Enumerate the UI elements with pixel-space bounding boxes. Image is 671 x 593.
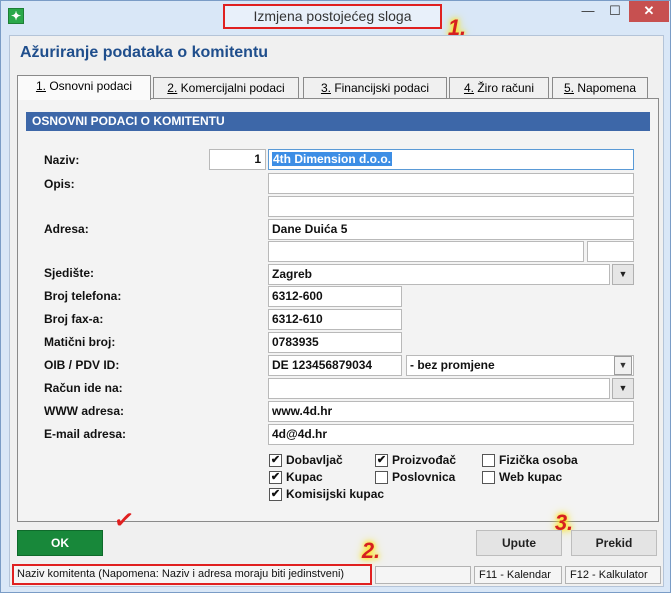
close-button[interactable]: ✕ (629, 1, 669, 22)
label-www: WWW adresa: (44, 404, 125, 418)
section-header: OSNOVNI PODACI O KOMITENTU (26, 112, 650, 131)
komisijski-kupac-checkbox[interactable]: ✔ (269, 488, 282, 501)
tab-label: Financijski podaci (334, 81, 430, 95)
status-message: Naziv komitenta (Napomena: Naziv i adres… (12, 564, 372, 585)
annotation-marker-2: 2. (361, 538, 381, 563)
web-kupac-label: Web kupac (499, 470, 563, 484)
email-field[interactable]: 4d@4d.hr (268, 424, 634, 445)
label-oib: OIB / PDV ID: (44, 358, 120, 372)
upute-button[interactable]: Upute (476, 530, 562, 556)
tab-strip: 1. Osnovni podaci 2. Komercijalni podaci… (17, 75, 657, 100)
web-kupac-checkbox[interactable] (482, 471, 495, 484)
tab-label: Žiro računi (477, 81, 535, 95)
proizvodac-checkbox[interactable]: ✔ (375, 454, 388, 467)
app-window: ✦ Izmjena postojećeg sloga 1. — ☐ ✕ Ažur… (0, 0, 671, 593)
proizvodac-label: Proizvođač (392, 453, 457, 467)
tab-number: 3. (320, 81, 331, 95)
oib-status-select[interactable]: - bez promjene (406, 355, 634, 376)
label-racun: Račun ide na: (44, 381, 123, 395)
tab-label: Osnovni podaci (49, 79, 133, 93)
komisijski-kupac-label: Komisijski kupac (286, 487, 385, 501)
sjediste-dropdown-icon[interactable]: ▼ (612, 264, 634, 285)
maticni-field[interactable]: 0783935 (268, 332, 402, 353)
sifra-field[interactable]: 1 (209, 149, 266, 170)
tab-ziro-racuni[interactable]: 4. Žiro računi (449, 77, 549, 99)
minimize-button[interactable]: — (574, 1, 602, 22)
tab-komercijalni-podaci[interactable]: 2. Komercijalni podaci (153, 77, 299, 99)
tab-number: 4. (463, 81, 474, 95)
label-email: E-mail adresa: (44, 427, 127, 441)
title-bar: ✦ Izmjena postojećeg sloga 1. — ☐ ✕ (1, 1, 670, 40)
tab-label: Napomena (577, 81, 637, 95)
chevron-down-icon[interactable]: ▼ (614, 356, 632, 375)
fax-field[interactable]: 6312-610 (268, 309, 402, 330)
fizicka-osoba-label: Fizička osoba (499, 453, 578, 467)
poslovnica-label: Poslovnica (392, 470, 456, 484)
tab-financijski-podaci[interactable]: 3. Financijski podaci (303, 77, 447, 99)
label-fax: Broj fax-a: (44, 312, 104, 326)
status-bar: Naziv komitenta (Napomena: Naziv i adres… (10, 564, 663, 586)
label-adresa: Adresa: (44, 222, 89, 236)
tab-number: 1. (35, 79, 46, 93)
app-icon: ✦ (8, 8, 24, 24)
racun-dropdown-icon[interactable]: ▼ (612, 378, 634, 399)
label-telefon: Broj telefona: (44, 289, 122, 303)
poslovnica-checkbox[interactable] (375, 471, 388, 484)
window-title: Izmjena postojećeg sloga (223, 4, 442, 29)
tab-number: 2. (167, 81, 178, 95)
dialog-body: Ažuriranje podataka o komitentu 1. Osnov… (9, 35, 664, 587)
kupac-label: Kupac (286, 470, 323, 484)
annotation-checkmark: ✓ (112, 505, 136, 536)
tab-label: Komercijalni podaci (180, 81, 285, 95)
maximize-button[interactable]: ☐ (602, 1, 628, 22)
racun-field[interactable] (268, 378, 610, 399)
adresa-field-2[interactable] (268, 241, 584, 262)
label-opis: Opis: (44, 177, 75, 191)
www-field[interactable]: www.4d.hr (268, 401, 634, 422)
naziv-field[interactable]: 4th Dimension d.o.o. (268, 149, 634, 170)
sjediste-field[interactable]: Zagreb (268, 264, 610, 285)
status-empty-cell (375, 566, 471, 584)
oib-field[interactable]: DE 123456879034 (268, 355, 402, 376)
prekid-button[interactable]: Prekid (571, 530, 657, 556)
telefon-field[interactable]: 6312-600 (268, 286, 402, 307)
page-title: Ažuriranje podataka o komitentu (20, 44, 269, 61)
label-maticni: Matični broj: (44, 335, 116, 349)
tab-napomena[interactable]: 5. Napomena (552, 77, 648, 99)
tab-panel-osnovni: OSNOVNI PODACI O KOMITENTU Naziv: Opis: … (17, 98, 659, 522)
tab-osnovni-podaci[interactable]: 1. Osnovni podaci (17, 75, 151, 100)
label-naziv: Naziv: (44, 153, 80, 167)
kupac-checkbox[interactable]: ✔ (269, 471, 282, 484)
ok-button[interactable]: OK (17, 530, 103, 556)
tab-number: 5. (563, 81, 574, 95)
adresa-field-3[interactable] (587, 241, 634, 262)
status-f12-calculator: F12 - Kalkulator (565, 566, 661, 584)
opis-field-1[interactable] (268, 173, 634, 194)
dobavljac-label: Dobavljač (286, 453, 343, 467)
naziv-value: 4th Dimension d.o.o. (272, 152, 393, 166)
dobavljac-checkbox[interactable]: ✔ (269, 454, 282, 467)
adresa-field[interactable]: Dane Duića 5 (268, 219, 634, 240)
fizicka-osoba-checkbox[interactable] (482, 454, 495, 467)
opis-field-2[interactable] (268, 196, 634, 217)
label-sjediste: Sjedište: (44, 266, 95, 280)
status-f11-calendar: F11 - Kalendar (474, 566, 562, 584)
